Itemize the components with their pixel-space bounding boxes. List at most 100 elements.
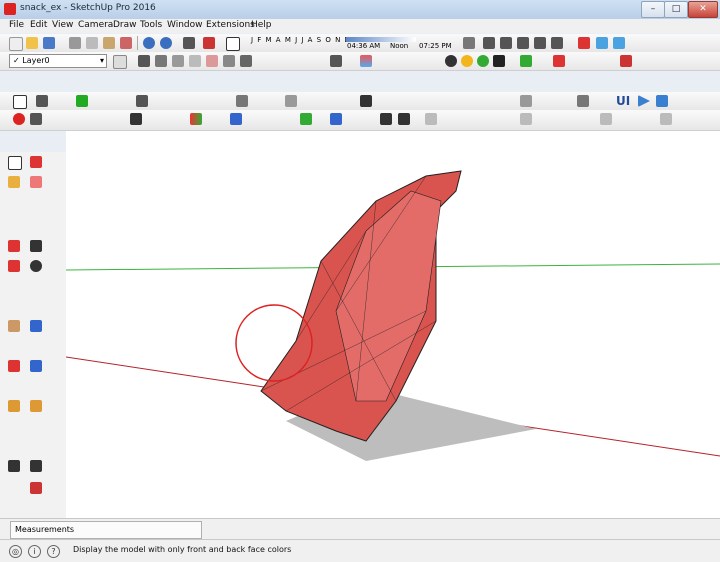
ruby-icon[interactable] xyxy=(578,37,590,49)
print-icon[interactable] xyxy=(183,37,195,49)
record-icon[interactable] xyxy=(13,113,25,125)
warehouse-icon[interactable] xyxy=(500,37,512,49)
play-icon[interactable] xyxy=(638,95,650,107)
menu-tools[interactable]: Tools xyxy=(140,20,162,30)
shape-dome-icon[interactable] xyxy=(600,113,612,125)
minimize-button[interactable]: – xyxy=(641,1,665,18)
new-icon[interactable] xyxy=(9,37,23,51)
orbit-tool-icon[interactable] xyxy=(8,360,20,372)
cut-icon[interactable] xyxy=(69,37,81,49)
back-edges-icon[interactable] xyxy=(155,55,167,67)
dimension-tool-icon[interactable] xyxy=(30,400,42,412)
align-icon[interactable] xyxy=(76,95,88,107)
arc-icon[interactable] xyxy=(8,260,20,272)
tools-icon[interactable] xyxy=(620,55,632,67)
measurements-label[interactable]: Measurements xyxy=(10,521,202,539)
menu-edit[interactable]: Edit xyxy=(30,20,47,30)
component-icon[interactable] xyxy=(483,37,495,49)
select-tool-icon[interactable] xyxy=(8,156,22,170)
ui-label[interactable]: UI xyxy=(616,94,630,108)
open-icon[interactable] xyxy=(26,37,38,49)
rotate-icon[interactable] xyxy=(236,95,248,107)
hidden-line-icon[interactable] xyxy=(189,55,201,67)
geo-location-status-icon[interactable]: ◎ xyxy=(9,545,22,558)
make-component-icon[interactable] xyxy=(30,156,42,168)
status-bar: ◎ i ? Display the model with only front … xyxy=(0,539,720,562)
3d-box-icon[interactable] xyxy=(596,37,608,49)
arrow-up-icon[interactable] xyxy=(300,113,312,125)
push-pull-icon[interactable] xyxy=(8,320,20,332)
camera-record-icon[interactable] xyxy=(30,113,42,125)
shadows-toggle-icon[interactable] xyxy=(226,37,240,51)
paint-bucket-icon[interactable] xyxy=(8,176,20,188)
move-icon[interactable] xyxy=(136,95,148,107)
copy-icon[interactable] xyxy=(86,37,98,49)
axis-icon[interactable] xyxy=(380,113,392,125)
menu-help[interactable]: Help xyxy=(251,20,272,30)
model-info-icon[interactable] xyxy=(203,37,215,49)
walk-icon[interactable] xyxy=(30,460,42,472)
shape-cylinder-icon[interactable] xyxy=(520,113,532,125)
undo-icon[interactable] xyxy=(143,37,155,49)
layer-manager-icon[interactable] xyxy=(113,55,127,69)
menu-window[interactable]: Window xyxy=(167,20,203,30)
share-icon[interactable] xyxy=(517,37,529,49)
light-bulb-icon[interactable] xyxy=(461,55,473,67)
section-icon[interactable] xyxy=(520,95,532,107)
erase-icon[interactable] xyxy=(120,37,132,49)
tag-icon[interactable] xyxy=(577,95,589,107)
sandbox-icon[interactable] xyxy=(30,482,42,494)
shape-cube-icon[interactable] xyxy=(425,113,437,125)
materials-icon[interactable] xyxy=(360,55,372,67)
layer-select[interactable]: ✓ Layer0 ▾ xyxy=(9,54,107,68)
3d-text-icon[interactable] xyxy=(477,55,489,67)
circle-tool-icon[interactable] xyxy=(30,260,42,272)
help-status-icon[interactable]: ? xyxy=(47,545,60,558)
axes-tool-icon[interactable] xyxy=(8,460,20,472)
menu-draw[interactable]: Draw xyxy=(113,20,137,30)
star-icon[interactable] xyxy=(398,113,410,125)
textured-icon[interactable] xyxy=(223,55,235,67)
eraser-tool-icon[interactable] xyxy=(30,176,42,188)
monochrome-icon[interactable] xyxy=(240,55,252,67)
rectangle-tool-icon[interactable] xyxy=(30,240,42,252)
menu-file[interactable]: File xyxy=(9,20,24,30)
select-icon[interactable] xyxy=(13,95,27,109)
s-plus-icon[interactable] xyxy=(130,113,142,125)
scale-icon[interactable] xyxy=(285,95,297,107)
redo-icon[interactable] xyxy=(160,37,172,49)
geo-location-icon[interactable] xyxy=(520,55,532,67)
save-icon[interactable] xyxy=(43,37,55,49)
shape-tube-icon[interactable] xyxy=(660,113,672,125)
pencil-icon[interactable] xyxy=(8,240,20,252)
layout-icon[interactable] xyxy=(551,37,563,49)
solid-tools-icon[interactable] xyxy=(445,55,457,67)
flip-icon[interactable] xyxy=(230,113,242,125)
tape-measure-icon[interactable] xyxy=(8,400,20,412)
credits-status-icon[interactable]: i xyxy=(28,545,41,558)
menu-camera[interactable]: Camera xyxy=(78,20,113,30)
maximize-button[interactable]: □ xyxy=(664,1,688,18)
shadow-time-left: 04:36 AM xyxy=(347,42,381,50)
camera-icon[interactable] xyxy=(463,37,475,49)
shaded-icon[interactable] xyxy=(206,55,218,67)
follow-me-icon[interactable] xyxy=(30,320,42,332)
cylinder-icon[interactable] xyxy=(330,113,342,125)
zoom-tool-icon[interactable] xyxy=(30,360,42,372)
3d-cube-icon[interactable] xyxy=(613,37,625,49)
dimension-icon[interactable] xyxy=(493,55,505,67)
style-icon[interactable] xyxy=(330,55,342,67)
next-icon[interactable] xyxy=(656,95,668,107)
color-wheel-icon[interactable] xyxy=(190,113,202,125)
model-viewport[interactable] xyxy=(65,131,720,518)
wireframe-icon[interactable] xyxy=(172,55,184,67)
component-options-icon[interactable] xyxy=(36,95,48,107)
menu-extensions[interactable]: Extensions xyxy=(206,20,255,30)
extension-icon[interactable] xyxy=(534,37,546,49)
paste-icon[interactable] xyxy=(103,37,115,49)
xray-icon[interactable] xyxy=(138,55,150,67)
menu-view[interactable]: View xyxy=(52,20,73,30)
grid-icon[interactable] xyxy=(360,95,372,107)
wl-icon[interactable] xyxy=(553,55,565,67)
close-button[interactable]: ✕ xyxy=(688,1,718,18)
